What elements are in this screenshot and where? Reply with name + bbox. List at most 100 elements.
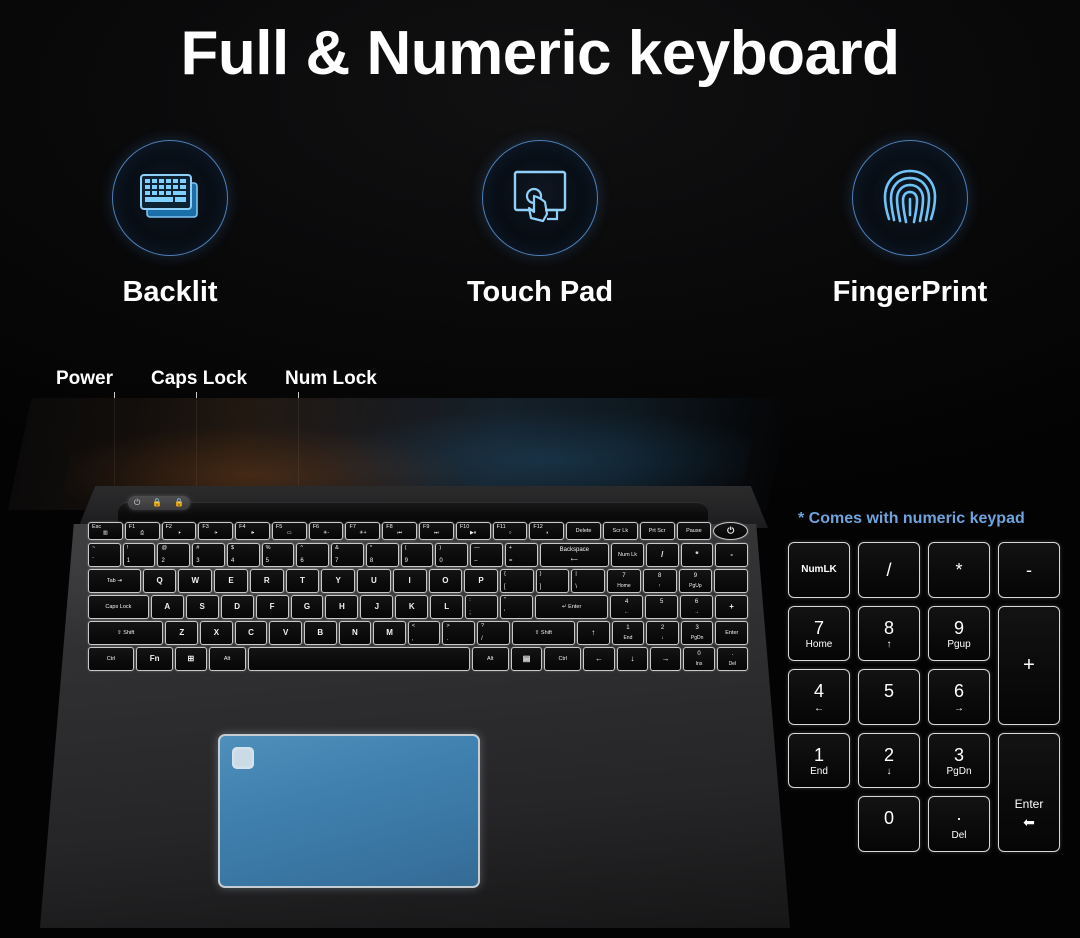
key-f9[interactable]: F9 ⏭	[419, 522, 454, 540]
key-7[interactable]: & 7	[331, 543, 364, 567]
key-alt[interactable]: Alt	[471, 647, 509, 671]
key-[interactable]: -	[715, 543, 749, 567]
key-f11[interactable]: F11 ○	[492, 522, 528, 540]
key-f5[interactable]: F5 ▭	[271, 522, 307, 540]
key-p[interactable]: P	[464, 569, 498, 593]
key-f8[interactable]: F8 ⏮	[382, 522, 418, 540]
key-backspace[interactable]: Backspace ⟵	[539, 543, 610, 567]
key-[interactable]: + =	[504, 543, 538, 567]
numpad-key-3[interactable]: 3 PgDn	[928, 732, 990, 789]
key-[interactable]: /	[645, 543, 679, 567]
numpad-key-enter[interactable]: Enter ⬅	[998, 732, 1060, 852]
touchpad[interactable]	[218, 734, 480, 888]
key-5[interactable]: % 5	[261, 543, 295, 567]
key-8[interactable]: * 8	[365, 543, 399, 567]
key-f2[interactable]: F2 🕨	[161, 522, 197, 540]
key-w[interactable]: W	[178, 569, 213, 593]
key-d[interactable]: D	[220, 595, 254, 619]
key-[interactable]: ⊞	[175, 647, 207, 671]
numpad-key-[interactable]: -	[998, 542, 1060, 598]
key-e[interactable]: E	[214, 569, 248, 593]
key-4[interactable]: $4	[226, 543, 260, 567]
key-l[interactable]: L	[430, 595, 464, 619]
key-n[interactable]: N	[338, 621, 372, 645]
fingerprint-sensor[interactable]	[232, 747, 254, 769]
key-f3[interactable]: F3 🕩	[198, 522, 234, 540]
key-[interactable]: →	[650, 647, 682, 671]
key-k[interactable]: K	[395, 595, 429, 619]
key-key[interactable]	[714, 569, 748, 593]
numpad-key-2[interactable]: 2 ↓	[858, 732, 920, 789]
key-x[interactable]: X	[200, 621, 233, 645]
key-0[interactable]: 0 Ins	[683, 647, 715, 671]
key-3[interactable]: 3 PgDn	[680, 621, 714, 645]
key-[interactable]: ? /	[477, 621, 510, 645]
numpad-key-9[interactable]: 9 Pgup	[928, 605, 990, 662]
key-1[interactable]: 1 End	[611, 621, 645, 645]
key-i[interactable]: I	[392, 569, 427, 593]
key-0[interactable]: ) 0	[435, 543, 469, 567]
key-v[interactable]: V	[269, 621, 302, 645]
key-esc[interactable]: Esc ▥	[88, 522, 123, 540]
key-g[interactable]: G	[290, 595, 324, 619]
key-a[interactable]: A	[150, 595, 184, 619]
key-[interactable]: +	[715, 595, 748, 619]
key-shift[interactable]: ⇧ Shift	[88, 621, 164, 645]
key-q[interactable]: Q	[142, 569, 177, 593]
key-6[interactable]: 6 →	[680, 595, 714, 619]
key-shift[interactable]: ⇧ Shift	[511, 621, 575, 645]
key-ctrl[interactable]: Ctrl	[88, 647, 134, 671]
key-[interactable]: . Del	[716, 647, 748, 671]
key-delete[interactable]: Delete	[566, 522, 601, 540]
key-[interactable]: ←	[583, 647, 615, 671]
key-f1[interactable]: F1 ⎙	[124, 522, 160, 540]
key-pause[interactable]: Pause	[676, 522, 712, 540]
numpad-key-4[interactable]: 4 ←	[788, 669, 850, 725]
numpad-key-[interactable]: /	[858, 542, 920, 598]
key-2[interactable]: @2	[157, 543, 191, 567]
key-scr-lk[interactable]: Scr Lk	[602, 522, 638, 540]
key-tab[interactable]: Tab ⇥	[88, 569, 141, 593]
key-1[interactable]: ! 1	[122, 543, 156, 567]
key-f4[interactable]: F4 🕪	[235, 522, 270, 540]
key-2[interactable]: 2 ↓	[646, 621, 679, 645]
key-alt[interactable]: Alt	[208, 647, 246, 671]
key-[interactable]: {[	[499, 569, 534, 593]
key-prt-scr[interactable]: Prt Scr	[639, 522, 675, 540]
key-j[interactable]: J	[360, 595, 394, 619]
key-s[interactable]: S	[185, 595, 219, 619]
key-u[interactable]: U	[357, 569, 391, 593]
key-[interactable]: :;	[465, 595, 499, 619]
numpad-key-5[interactable]: 5	[858, 669, 920, 725]
key-[interactable]: ~ `	[88, 543, 121, 567]
key-num-lk[interactable]: Num Lk	[611, 543, 644, 567]
key-4[interactable]: 4 ←	[610, 595, 644, 619]
key-z[interactable]: Z	[165, 621, 199, 645]
key-[interactable]: ⏻	[713, 522, 749, 540]
key-5[interactable]: 5	[645, 595, 679, 619]
key-f10[interactable]: F10 ▶⏸	[455, 522, 491, 540]
key-7[interactable]: 7 Home	[607, 569, 641, 593]
numpad-key-numlk[interactable]: NumLK	[788, 542, 850, 598]
key-fn[interactable]: Fn	[135, 647, 174, 671]
key-[interactable]: >.	[442, 621, 476, 645]
key-ctrl[interactable]: Ctrl	[544, 647, 582, 671]
key-h[interactable]: H	[325, 595, 359, 619]
key-[interactable]: — –	[470, 543, 503, 567]
key-enter[interactable]: Enter	[715, 621, 749, 645]
key-f6[interactable]: F6 ☀-	[308, 522, 344, 540]
key-c[interactable]: C	[234, 621, 268, 645]
key-t[interactable]: T	[285, 569, 320, 593]
numpad-key-1[interactable]: 1 End	[788, 732, 850, 789]
key-y[interactable]: Y	[321, 569, 356, 593]
numpad-key-[interactable]: *	[928, 542, 990, 598]
numpad-key-[interactable]: +	[998, 605, 1060, 725]
key-6[interactable]: ^ 6	[296, 543, 330, 567]
key-f[interactable]: F	[255, 595, 289, 619]
key-[interactable]: " '	[500, 595, 534, 619]
key-b[interactable]: B	[303, 621, 337, 645]
key-f12[interactable]: F12 ◑	[529, 522, 565, 540]
numpad-key-[interactable]: · Del	[928, 796, 990, 852]
key-[interactable]: ↓	[616, 647, 648, 671]
key-[interactable]: | \	[571, 569, 606, 593]
